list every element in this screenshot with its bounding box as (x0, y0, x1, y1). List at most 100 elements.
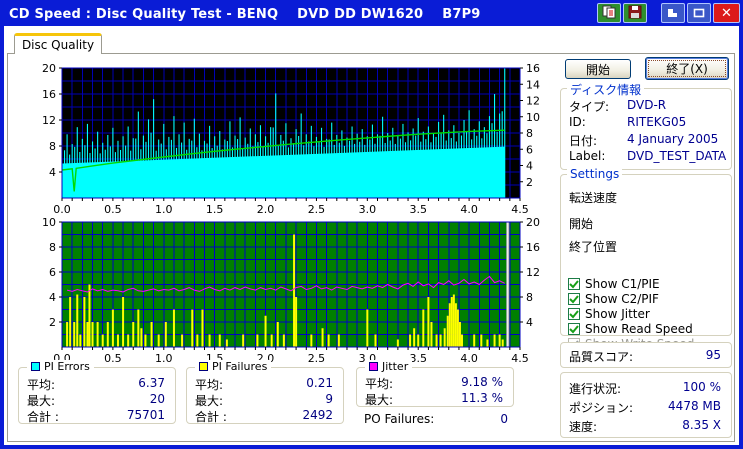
svg-text:3.0: 3.0 (359, 203, 377, 216)
svg-text:0.0: 0.0 (53, 203, 71, 216)
checkbox-show-c2-pif[interactable]: Show C2/PIF (568, 292, 659, 306)
checkbox-show-c1-pie[interactable]: Show C1/PIE (568, 277, 660, 291)
minimize-button[interactable] (661, 3, 685, 23)
svg-text:16: 16 (526, 241, 540, 254)
svg-text:2.5: 2.5 (308, 203, 326, 216)
avg-label: 平均: (365, 377, 394, 391)
pi-errors-chart: 4 8 12 16 20 2 4 6 8 10 12 14 16 0.0 0.5 1.0 1.5 2.0 2.5 3.… (8, 62, 554, 216)
svg-text:2.0: 2.0 (257, 203, 275, 216)
progress-label: 進行状況: (569, 382, 622, 396)
quality-score-group: 品質スコア: 95 (560, 342, 732, 368)
svg-text:8: 8 (526, 291, 533, 304)
svg-text:16: 16 (42, 88, 56, 101)
progress-value: 100 % (682, 380, 721, 394)
disc-info-caption: ディスク情報 (567, 81, 645, 98)
start-button-label: 開始 (585, 62, 610, 77)
start-button[interactable]: 開始 (565, 59, 631, 79)
pi-errors-swatch-icon (31, 362, 40, 371)
window-title: CD Speed : Disc Quality Test - BENQ DVD … (9, 6, 481, 22)
svg-text:4: 4 (49, 291, 56, 304)
pi-errors-stats-box: PI Errors 平均: 6.37 最大: 20 合計 : 75701 (18, 360, 176, 424)
pi-failures-stats-box: PI Failures 平均: 0.21 最大: 9 合計 : 2492 (186, 360, 344, 424)
max-label: 最大: (195, 394, 224, 408)
max-value: 20 (149, 392, 165, 406)
tab-label: Disc Quality (21, 38, 95, 52)
checkbox-checked-icon (568, 293, 580, 305)
po-failures-label: PO Failures: (364, 412, 435, 426)
po-failures-row: PO Failures: 0 (364, 412, 512, 426)
svg-text:12: 12 (526, 266, 540, 279)
po-failures-value: 0 (500, 412, 508, 426)
copy-button[interactable] (597, 3, 621, 23)
svg-text:4: 4 (526, 160, 533, 173)
checkbox-show-jitter[interactable]: Show Jitter (568, 307, 650, 321)
type-label: タイプ: (569, 100, 610, 114)
svg-text:1.5: 1.5 (206, 203, 224, 216)
transfer-speed-label: 転送速度 (569, 191, 618, 205)
svg-text:4.5: 4.5 (511, 352, 529, 365)
pi-failures-swatch-icon (199, 362, 208, 371)
svg-text:4.0: 4.0 (460, 203, 478, 216)
id-value: RITEKG05 (627, 115, 687, 129)
quality-score-label: 品質スコア: (569, 350, 634, 364)
svg-text:0.5: 0.5 (104, 352, 122, 365)
avg-value: 9.18 % (461, 375, 503, 389)
jitter-legend: Jitter (365, 360, 413, 373)
svg-text:1.0: 1.0 (155, 352, 173, 365)
exit-button[interactable]: 終了(X) (645, 57, 729, 80)
jitter-swatch-icon (369, 362, 378, 371)
svg-text:4: 4 (49, 166, 56, 179)
pi-failures-jitter-chart: 2 4 6 8 10 4 8 12 16 20 0.0 0.5 1.0 1.5 2.0 2.5 3.0 3.5 4.… (8, 216, 554, 366)
position-label: ポジション: (569, 401, 634, 415)
pi-failures-legend: PI Failures (195, 360, 272, 373)
tab-disc-quality[interactable]: Disc Quality (14, 33, 102, 54)
svg-text:20: 20 (526, 216, 540, 229)
jitter-legend-label: Jitter (382, 360, 409, 373)
maximize-button[interactable] (687, 3, 711, 23)
svg-text:8: 8 (526, 127, 533, 140)
avg-label: 平均: (195, 378, 224, 392)
total-value: 75701 (126, 408, 165, 422)
max-label: 最大: (27, 394, 56, 408)
checkbox-label: Show C2/PIF (585, 292, 659, 306)
avg-value: 0.21 (306, 376, 333, 390)
svg-text:6: 6 (526, 143, 533, 156)
svg-text:4.0: 4.0 (460, 352, 478, 365)
pi-errors-legend: PI Errors (27, 360, 94, 373)
titlebar-buttons: ✕ (595, 2, 740, 24)
total-value: 2492 (302, 408, 333, 422)
checkbox-label: Show Read Speed (585, 322, 693, 336)
type-value: DVD-R (627, 98, 667, 112)
speed-value: 8.35 X (682, 418, 721, 432)
svg-text:4: 4 (526, 316, 533, 329)
end-position-label: 終了位置 (569, 240, 618, 254)
svg-text:3.5: 3.5 (409, 203, 427, 216)
position-value: 4478 MB (668, 399, 721, 413)
total-label: 合計 : (27, 410, 59, 424)
exit-button-label: 終了(X) (666, 62, 708, 76)
checkbox-label: Show C1/PIE (585, 277, 660, 291)
minimize-icon (667, 4, 679, 23)
checkbox-checked-icon (568, 323, 580, 335)
close-icon: ✕ (721, 5, 732, 21)
svg-text:6: 6 (49, 266, 56, 279)
svg-text:8: 8 (49, 140, 56, 153)
jitter-stats-box: Jitter 平均: 9.18 % 最大: 11.3 % (356, 360, 514, 407)
svg-text:20: 20 (42, 62, 56, 75)
svg-text:2.5: 2.5 (308, 352, 326, 365)
svg-text:2: 2 (526, 176, 533, 189)
id-label: ID: (569, 115, 586, 129)
copy-icon (602, 4, 616, 23)
svg-text:14: 14 (526, 78, 540, 91)
date-label: 日付: (569, 134, 598, 148)
client-area: Disc Quality 4 8 12 16 20 2 4 6 8 10 12 14 16 0.0 0.5 1… (4, 26, 739, 445)
close-button[interactable]: ✕ (713, 3, 740, 23)
save-button[interactable] (623, 3, 647, 23)
save-icon (628, 4, 642, 23)
label-label: Label: (569, 149, 606, 163)
svg-text:16: 16 (526, 62, 540, 75)
svg-text:0.5: 0.5 (104, 203, 122, 216)
checkbox-show-read-speed[interactable]: Show Read Speed (568, 322, 693, 336)
avg-value: 6.37 (138, 376, 165, 390)
pi-errors-legend-label: PI Errors (44, 360, 90, 373)
